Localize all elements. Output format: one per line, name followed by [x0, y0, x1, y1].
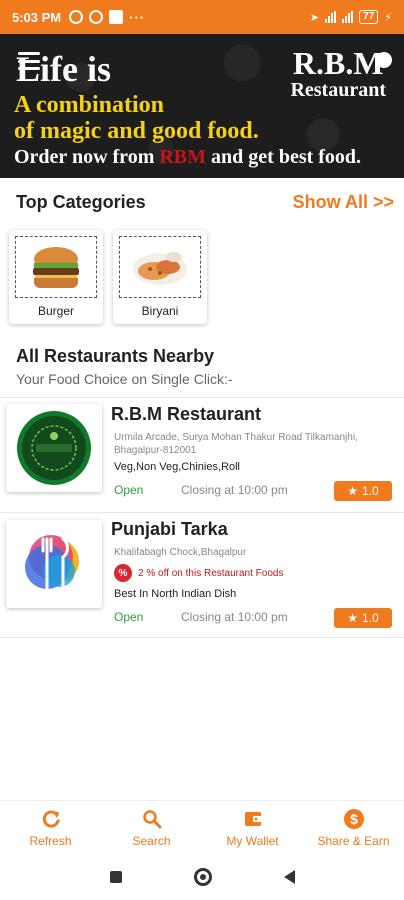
restaurant-name[interactable]: Punjabi Tarka — [111, 519, 228, 540]
discount-icon: % — [114, 564, 132, 582]
svg-text:$: $ — [350, 811, 358, 827]
refresh-icon — [40, 808, 62, 830]
restaurant-card[interactable]: Punjabi Tarka Khalifabagh Chock,Bhagalpu… — [0, 515, 404, 635]
signal-icon — [342, 11, 354, 23]
back-button[interactable] — [283, 870, 295, 884]
top-categories-header: Top Categories Show All >> — [16, 192, 394, 213]
nav-wallet[interactable]: My Wallet — [202, 801, 303, 854]
category-card-biryani[interactable]: Biryani — [113, 230, 207, 324]
brand-name: R.B.M — [292, 45, 384, 81]
banner-cta-highlight: RBM — [159, 146, 207, 168]
system-nav-bar — [0, 854, 404, 900]
show-all-link[interactable]: Show All >> — [293, 192, 394, 213]
status-bar: 5:03 PM ··· ➤ 77 ⚡ — [0, 0, 404, 34]
wallet-icon — [242, 808, 264, 830]
rating-badge: ★ 1.0 — [334, 481, 392, 501]
category-card-burger[interactable]: Burger — [9, 230, 103, 324]
brand-logo: R.B.M Restaurant — [290, 45, 392, 101]
burger-image — [15, 236, 97, 298]
star-icon: ★ — [347, 611, 359, 625]
rating-value: 1.0 — [362, 484, 379, 498]
banner-tagline-1: A combination — [14, 92, 165, 118]
nearby-title: All Restaurants Nearby — [16, 346, 215, 366]
signal-icon — [325, 11, 337, 23]
bottom-nav: Refresh Search My Wallet $ Share & Earn — [0, 800, 404, 854]
nav-label: Share & Earn — [317, 833, 390, 848]
restaurant-logo — [6, 520, 102, 608]
nav-label: Refresh — [29, 833, 72, 848]
banner-tagline-2: of magic and good food. — [14, 118, 259, 144]
restaurant-name[interactable]: R.B.M Restaurant — [111, 404, 261, 425]
offer-text: 2 % off on this Restaurant Foods — [138, 567, 284, 579]
brand-subtitle: Restaurant — [290, 79, 386, 101]
nav-refresh[interactable]: Refresh — [0, 801, 101, 854]
notification-icons — [69, 10, 124, 24]
star-icon: ★ — [347, 484, 359, 498]
status-open: Open — [114, 610, 144, 624]
nav-search[interactable]: Search — [101, 801, 202, 854]
status-time: 5:03 PM — [12, 9, 62, 25]
rating-value: 1.0 — [362, 611, 379, 625]
menu-icon[interactable] — [18, 52, 40, 70]
divider — [0, 637, 404, 638]
system-status: ➤ 77 ⚡ — [310, 10, 392, 24]
dollar-icon: $ — [343, 808, 365, 830]
status-open: Open — [114, 483, 144, 497]
closing-time: Closing at 10:00 pm — [181, 610, 288, 624]
notification-icon — [69, 10, 84, 24]
top-categories-title: Top Categories — [16, 192, 146, 212]
notification-icon — [109, 10, 124, 24]
banner-cta-prefix: Order now from — [14, 146, 160, 168]
nearby-subtitle: Your Food Choice on Single Click:- — [16, 371, 233, 387]
biryani-image — [119, 236, 201, 298]
nav-share-earn[interactable]: $ Share & Earn — [303, 801, 404, 854]
banner-cta-suffix: and get best food. — [206, 146, 362, 168]
recents-button[interactable] — [109, 871, 122, 883]
nav-label: My Wallet — [226, 833, 279, 848]
banner-tagline: A combination of magic and good food. — [14, 92, 259, 144]
divider — [0, 397, 404, 398]
restaurant-card[interactable]: R.B.M Restaurant Urmila Arcade, Surya Mo… — [0, 400, 404, 510]
category-label: Burger — [37, 304, 75, 318]
promo-banner[interactable]: Life is R.B.M Restaurant A combination o… — [0, 34, 404, 178]
restaurant-tags: Veg,Non Veg,Chinies,Roll — [114, 461, 240, 473]
closing-time: Closing at 10:00 pm — [181, 483, 288, 497]
search-icon — [141, 808, 163, 830]
divider — [0, 512, 404, 513]
charging-icon: ⚡ — [384, 11, 392, 24]
banner-cta: Order now from RBM and get best food. — [14, 146, 361, 169]
brand-dot-icon — [376, 52, 392, 68]
more-notifications-icon: ··· — [129, 9, 146, 25]
nearby-header: All Restaurants Nearby Your Food Choice … — [16, 346, 233, 387]
category-label: Biryani — [141, 304, 179, 318]
home-button[interactable] — [193, 868, 212, 886]
location-icon: ➤ — [309, 11, 320, 24]
rating-badge: ★ 1.0 — [334, 608, 392, 628]
restaurant-address: Urmila Arcade, Surya Mohan Thakur Road T… — [114, 432, 358, 456]
nav-label: Search — [132, 833, 171, 848]
battery-icon: 77 — [359, 10, 379, 24]
restaurant-logo — [6, 404, 102, 492]
offer-line: % 2 % off on this Restaurant Foods — [114, 564, 283, 582]
restaurant-tags: Best In North Indian Dish — [114, 588, 237, 600]
restaurant-address: Khalifabagh Chock,Bhagalpur — [114, 547, 247, 558]
notification-icon — [89, 10, 104, 24]
